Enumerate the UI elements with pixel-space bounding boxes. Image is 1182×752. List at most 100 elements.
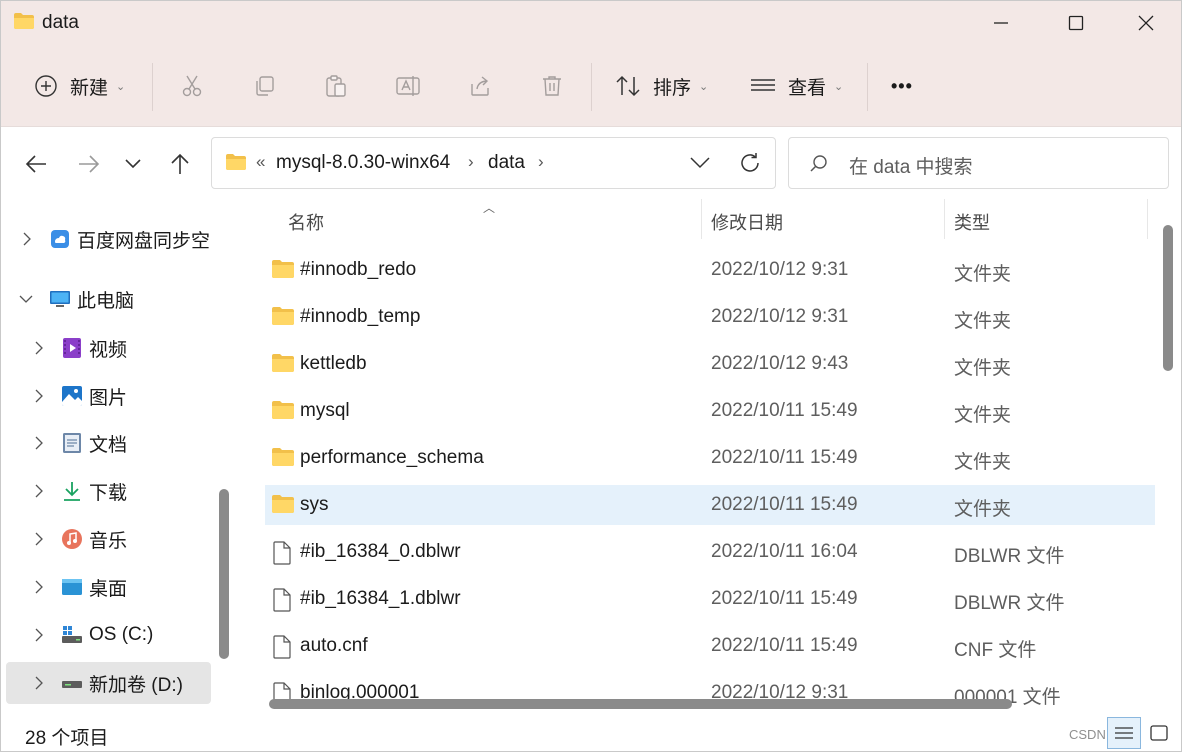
search-box[interactable]: 在 data 中搜索	[788, 137, 1169, 189]
recent-locations-button[interactable]	[116, 149, 150, 179]
file-row[interactable]: #ib_16384_0.dblwr 2022/10/11 16:04 DBLWR 文…	[265, 532, 1155, 572]
chevron-right-icon[interactable]	[32, 484, 46, 498]
documents-icon	[63, 433, 81, 453]
sidebar-item-pictures[interactable]: 图片	[6, 375, 211, 417]
delete-button[interactable]	[540, 45, 564, 127]
breadcrumb-item[interactable]: data	[488, 152, 525, 174]
column-divider[interactable]	[944, 199, 945, 239]
column-divider[interactable]	[1147, 199, 1148, 239]
chevron-right-icon[interactable]	[32, 580, 46, 594]
title-bar: data	[1, 1, 1181, 45]
horizontal-scrollbar-thumb[interactable]	[269, 699, 1012, 709]
cut-button[interactable]	[180, 45, 204, 127]
separator	[152, 63, 153, 111]
back-button[interactable]	[19, 149, 53, 179]
chevron-down-icon: ⌄	[834, 80, 844, 93]
sidebar-scrollbar[interactable]	[219, 489, 229, 659]
chevron-right-icon[interactable]	[32, 676, 46, 690]
breadcrumb-overflow[interactable]: «	[256, 152, 265, 172]
close-button[interactable]	[1111, 1, 1181, 45]
file-name: kettledb	[300, 353, 367, 374]
column-divider[interactable]	[701, 199, 702, 239]
sidebar-item-label: 百度网盘同步空间	[77, 230, 210, 252]
file-row[interactable]: #ib_16384_1.dblwr 2022/10/11 15:49 DBLWR 文…	[265, 579, 1155, 619]
up-button[interactable]	[163, 149, 197, 179]
sidebar-item-drive-d[interactable]: 新加卷 (D:)	[6, 662, 211, 704]
chevron-down-icon	[125, 159, 141, 169]
file-date: 2022/10/12 9:31	[711, 306, 849, 327]
details-view-button[interactable]	[1107, 717, 1141, 749]
sidebar-item-videos[interactable]: 视频	[6, 327, 211, 369]
search-input[interactable]: 在 data 中搜索	[849, 152, 973, 179]
file-icon	[271, 635, 293, 664]
file-row[interactable]: performance_schema 2022/10/11 15:49 文件夹	[265, 438, 1155, 478]
item-count: 28 个项目	[25, 728, 109, 749]
column-header-type[interactable]: 类型	[954, 209, 990, 235]
sidebar-item-music[interactable]: 音乐	[6, 518, 211, 560]
breadcrumb-separator[interactable]: ›	[538, 152, 544, 172]
scrollbar-thumb[interactable]	[1163, 225, 1173, 371]
sidebar-item-drive-c[interactable]: OS (C:)	[6, 614, 211, 656]
chevron-right-icon[interactable]	[32, 436, 46, 450]
sidebar-item-label: 新加卷 (D:)	[89, 674, 183, 696]
share-button[interactable]	[468, 45, 492, 127]
vertical-scrollbar[interactable]	[1155, 199, 1181, 715]
status-bar: 28 个项目 CSDN @…	[1, 715, 1181, 751]
file-row[interactable]: sys 2022/10/11 15:49 文件夹	[265, 485, 1155, 525]
file-row[interactable]: auto.cnf 2022/10/11 15:49 CNF 文件	[265, 626, 1155, 666]
file-name: #ib_16384_0.dblwr	[300, 541, 461, 562]
drive-c-icon	[62, 626, 82, 643]
refresh-icon[interactable]	[739, 152, 761, 174]
file-type: 文件夹	[954, 499, 1012, 520]
video-icon	[63, 338, 81, 358]
view-button[interactable]: 查看 ⌄	[750, 45, 843, 127]
sort-button[interactable]: 排序 ⌄	[615, 45, 708, 127]
file-type: DBLWR 文件	[954, 546, 1065, 567]
sidebar-item-this-pc[interactable]: 此电脑	[6, 278, 211, 320]
sidebar-item-downloads[interactable]: 下载	[6, 470, 211, 512]
file-row[interactable]: #innodb_redo 2022/10/12 9:31 文件夹	[265, 250, 1155, 290]
rename-button[interactable]	[395, 45, 421, 127]
paste-icon	[326, 75, 346, 97]
chevron-right-icon[interactable]	[32, 532, 46, 546]
sidebar-item-label: 此电脑	[77, 290, 135, 312]
tiles-view-button[interactable]	[1142, 717, 1176, 749]
maximize-button[interactable]	[1041, 1, 1111, 45]
breadcrumb-separator[interactable]: ›	[468, 152, 474, 172]
chevron-right-icon[interactable]	[32, 341, 46, 355]
file-row[interactable]: kettledb 2022/10/12 9:43 文件夹	[265, 344, 1155, 384]
minimize-button[interactable]	[966, 1, 1036, 45]
folder-icon	[271, 259, 295, 284]
chevron-right-icon[interactable]	[20, 232, 34, 246]
file-date: 2022/10/11 15:49	[711, 447, 858, 468]
arrow-left-icon	[25, 155, 46, 173]
scissors-icon	[182, 75, 202, 97]
sidebar-item-baidu[interactable]: 百度网盘同步空间	[6, 218, 211, 260]
chevron-down-icon[interactable]	[19, 292, 33, 306]
file-icon	[271, 588, 293, 617]
tiles-view-icon	[1150, 725, 1168, 741]
file-row[interactable]: #innodb_temp 2022/10/12 9:31 文件夹	[265, 297, 1155, 337]
music-icon	[62, 529, 82, 549]
rename-icon	[396, 76, 420, 96]
column-header-date[interactable]: 修改日期	[711, 209, 783, 235]
chevron-right-icon[interactable]	[32, 389, 46, 403]
maximize-icon	[1068, 15, 1084, 31]
file-row[interactable]: mysql 2022/10/11 15:49 文件夹	[265, 391, 1155, 431]
breadcrumb-item[interactable]: mysql-8.0.30-winx64	[276, 152, 450, 174]
sidebar-item-desktop[interactable]: 桌面	[6, 566, 211, 608]
new-button[interactable]: 新建 ⌄	[34, 45, 125, 127]
copy-button[interactable]	[252, 45, 276, 127]
more-button[interactable]: •••	[891, 45, 913, 127]
chevron-right-icon[interactable]	[32, 628, 46, 642]
file-name: performance_schema	[300, 447, 484, 468]
file-date: 2022/10/12 9:43	[711, 353, 849, 374]
file-type: 文件夹	[954, 358, 1012, 379]
column-header-name[interactable]: 名称	[288, 209, 324, 235]
address-bar[interactable]: « mysql-8.0.30-winx64 › data ›	[211, 137, 776, 189]
file-name: auto.cnf	[300, 635, 368, 656]
chevron-down-icon[interactable]	[690, 157, 710, 169]
forward-button[interactable]	[72, 149, 106, 179]
paste-button[interactable]	[324, 45, 348, 127]
sidebar-item-documents[interactable]: 文档	[6, 422, 211, 464]
